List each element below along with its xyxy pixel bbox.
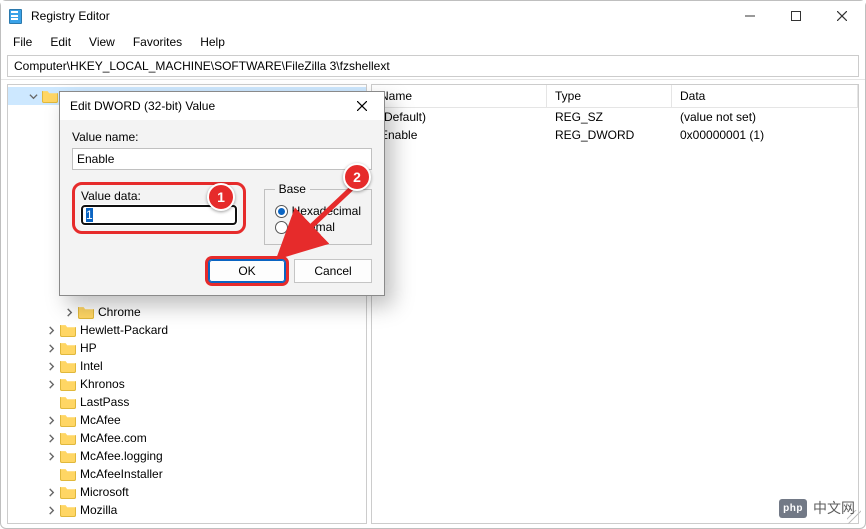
chevron-right-icon[interactable]	[44, 359, 58, 373]
chevron-right-icon[interactable]	[62, 305, 76, 319]
list-header: Name Type Data	[372, 85, 858, 108]
chevron-right-icon[interactable]	[44, 503, 58, 517]
annotation-badge-2: 2	[343, 163, 371, 191]
watermark-text: 中文网	[813, 498, 855, 518]
maximize-icon	[791, 11, 801, 21]
cell-name: Enable	[372, 126, 547, 144]
folder-icon	[60, 467, 76, 481]
window-title: Registry Editor	[31, 9, 110, 23]
tree-node[interactable]: Hewlett-Packard	[8, 321, 366, 339]
folder-icon	[60, 485, 76, 499]
list-row[interactable]: (Default)REG_SZ(value not set)	[372, 108, 858, 126]
chevron-right-icon[interactable]	[44, 377, 58, 391]
tree-node[interactable]: Mozilla	[8, 501, 366, 519]
column-header-name[interactable]: Name	[372, 85, 547, 107]
folder-icon	[78, 305, 94, 319]
chevron-right-icon[interactable]	[44, 449, 58, 463]
annotation-arrow	[271, 181, 361, 266]
tree-node[interactable]: McAfee.com	[8, 429, 366, 447]
close-icon	[837, 11, 847, 21]
folder-icon	[42, 89, 58, 103]
dialog-title: Edit DWORD (32-bit) Value	[70, 99, 215, 113]
chevron-right-icon[interactable]	[44, 485, 58, 499]
menu-help[interactable]: Help	[192, 33, 233, 51]
tree-node-label: Intel	[80, 357, 103, 375]
chevron-down-icon[interactable]	[26, 89, 40, 103]
folder-icon	[60, 359, 76, 373]
tree-node[interactable]: McAfee.logging	[8, 447, 366, 465]
column-header-type[interactable]: Type	[547, 85, 672, 107]
dialog-close-button[interactable]	[344, 93, 380, 119]
watermark-badge: php	[779, 499, 807, 518]
tree-node-label: mozilla.org	[80, 519, 138, 524]
folder-icon	[60, 341, 76, 355]
tree-node-label: McAfeeInstaller	[80, 465, 163, 483]
folder-icon	[60, 431, 76, 445]
cell-type: REG_SZ	[547, 108, 672, 126]
tree-node-label: HP	[80, 339, 97, 357]
cell-name: (Default)	[372, 108, 547, 126]
tree-node-label: Hewlett-Packard	[80, 321, 168, 339]
chevron-right-icon[interactable]	[44, 521, 58, 524]
cell-data: 0x00000001 (1)	[672, 126, 858, 144]
list-row[interactable]: EnableREG_DWORD0x00000001 (1)	[372, 126, 858, 144]
close-button[interactable]	[819, 1, 865, 31]
chevron-right-icon[interactable]	[44, 431, 58, 445]
minimize-button[interactable]	[727, 1, 773, 31]
folder-icon	[60, 521, 76, 524]
menu-view[interactable]: View	[81, 33, 123, 51]
tree-node[interactable]: HP	[8, 339, 366, 357]
titlebar: Registry Editor	[1, 1, 865, 31]
tree-node[interactable]: Chrome	[8, 303, 366, 321]
folder-icon	[60, 377, 76, 391]
close-icon	[357, 101, 367, 111]
tree-node-label: Mozilla	[80, 501, 117, 519]
value-name-field: Enable	[72, 148, 372, 170]
tree-node-label: McAfee	[80, 411, 121, 429]
folder-icon	[60, 449, 76, 463]
menu-file[interactable]: File	[5, 33, 40, 51]
annotation-badge-1: 1	[207, 183, 235, 211]
cell-data: (value not set)	[672, 108, 858, 126]
dialog-titlebar[interactable]: Edit DWORD (32-bit) Value	[60, 92, 384, 120]
cell-type: REG_DWORD	[547, 126, 672, 144]
value-name-label: Value name:	[72, 130, 372, 144]
tree-node-label: Khronos	[80, 375, 125, 393]
menu-favorites[interactable]: Favorites	[125, 33, 190, 51]
folder-icon	[60, 503, 76, 517]
folder-icon	[60, 395, 76, 409]
chevron-right-icon[interactable]	[44, 413, 58, 427]
maximize-button[interactable]	[773, 1, 819, 31]
tree-node-label: Microsoft	[80, 483, 129, 501]
tree-node[interactable]: Microsoft	[8, 483, 366, 501]
chevron-right-icon[interactable]	[44, 341, 58, 355]
tree-node[interactable]: Khronos	[8, 375, 366, 393]
app-icon	[9, 8, 25, 24]
tree-node[interactable]: McAfeeInstaller	[8, 465, 366, 483]
tree-node-label: LastPass	[80, 393, 129, 411]
tree-node-label: Chrome	[98, 303, 141, 321]
menu-edit[interactable]: Edit	[42, 33, 79, 51]
tree-node-label: McAfee.com	[80, 429, 147, 447]
folder-icon	[60, 413, 76, 427]
tree-node[interactable]: McAfee	[8, 411, 366, 429]
chevron-right-icon[interactable]	[44, 323, 58, 337]
tree-node[interactable]: mozilla.org	[8, 519, 366, 524]
tree-node[interactable]: LastPass	[8, 393, 366, 411]
menubar: File Edit View Favorites Help	[1, 31, 865, 53]
column-header-data[interactable]: Data	[672, 85, 858, 107]
tree-node[interactable]: Intel	[8, 357, 366, 375]
watermark: php 中文网	[779, 498, 855, 518]
minimize-icon	[745, 11, 755, 21]
address-bar[interactable]: Computer\HKEY_LOCAL_MACHINE\SOFTWARE\Fil…	[7, 55, 859, 77]
folder-icon	[60, 323, 76, 337]
list-pane[interactable]: Name Type Data (Default)REG_SZ(value not…	[371, 84, 859, 524]
tree-node-label: McAfee.logging	[80, 447, 163, 465]
